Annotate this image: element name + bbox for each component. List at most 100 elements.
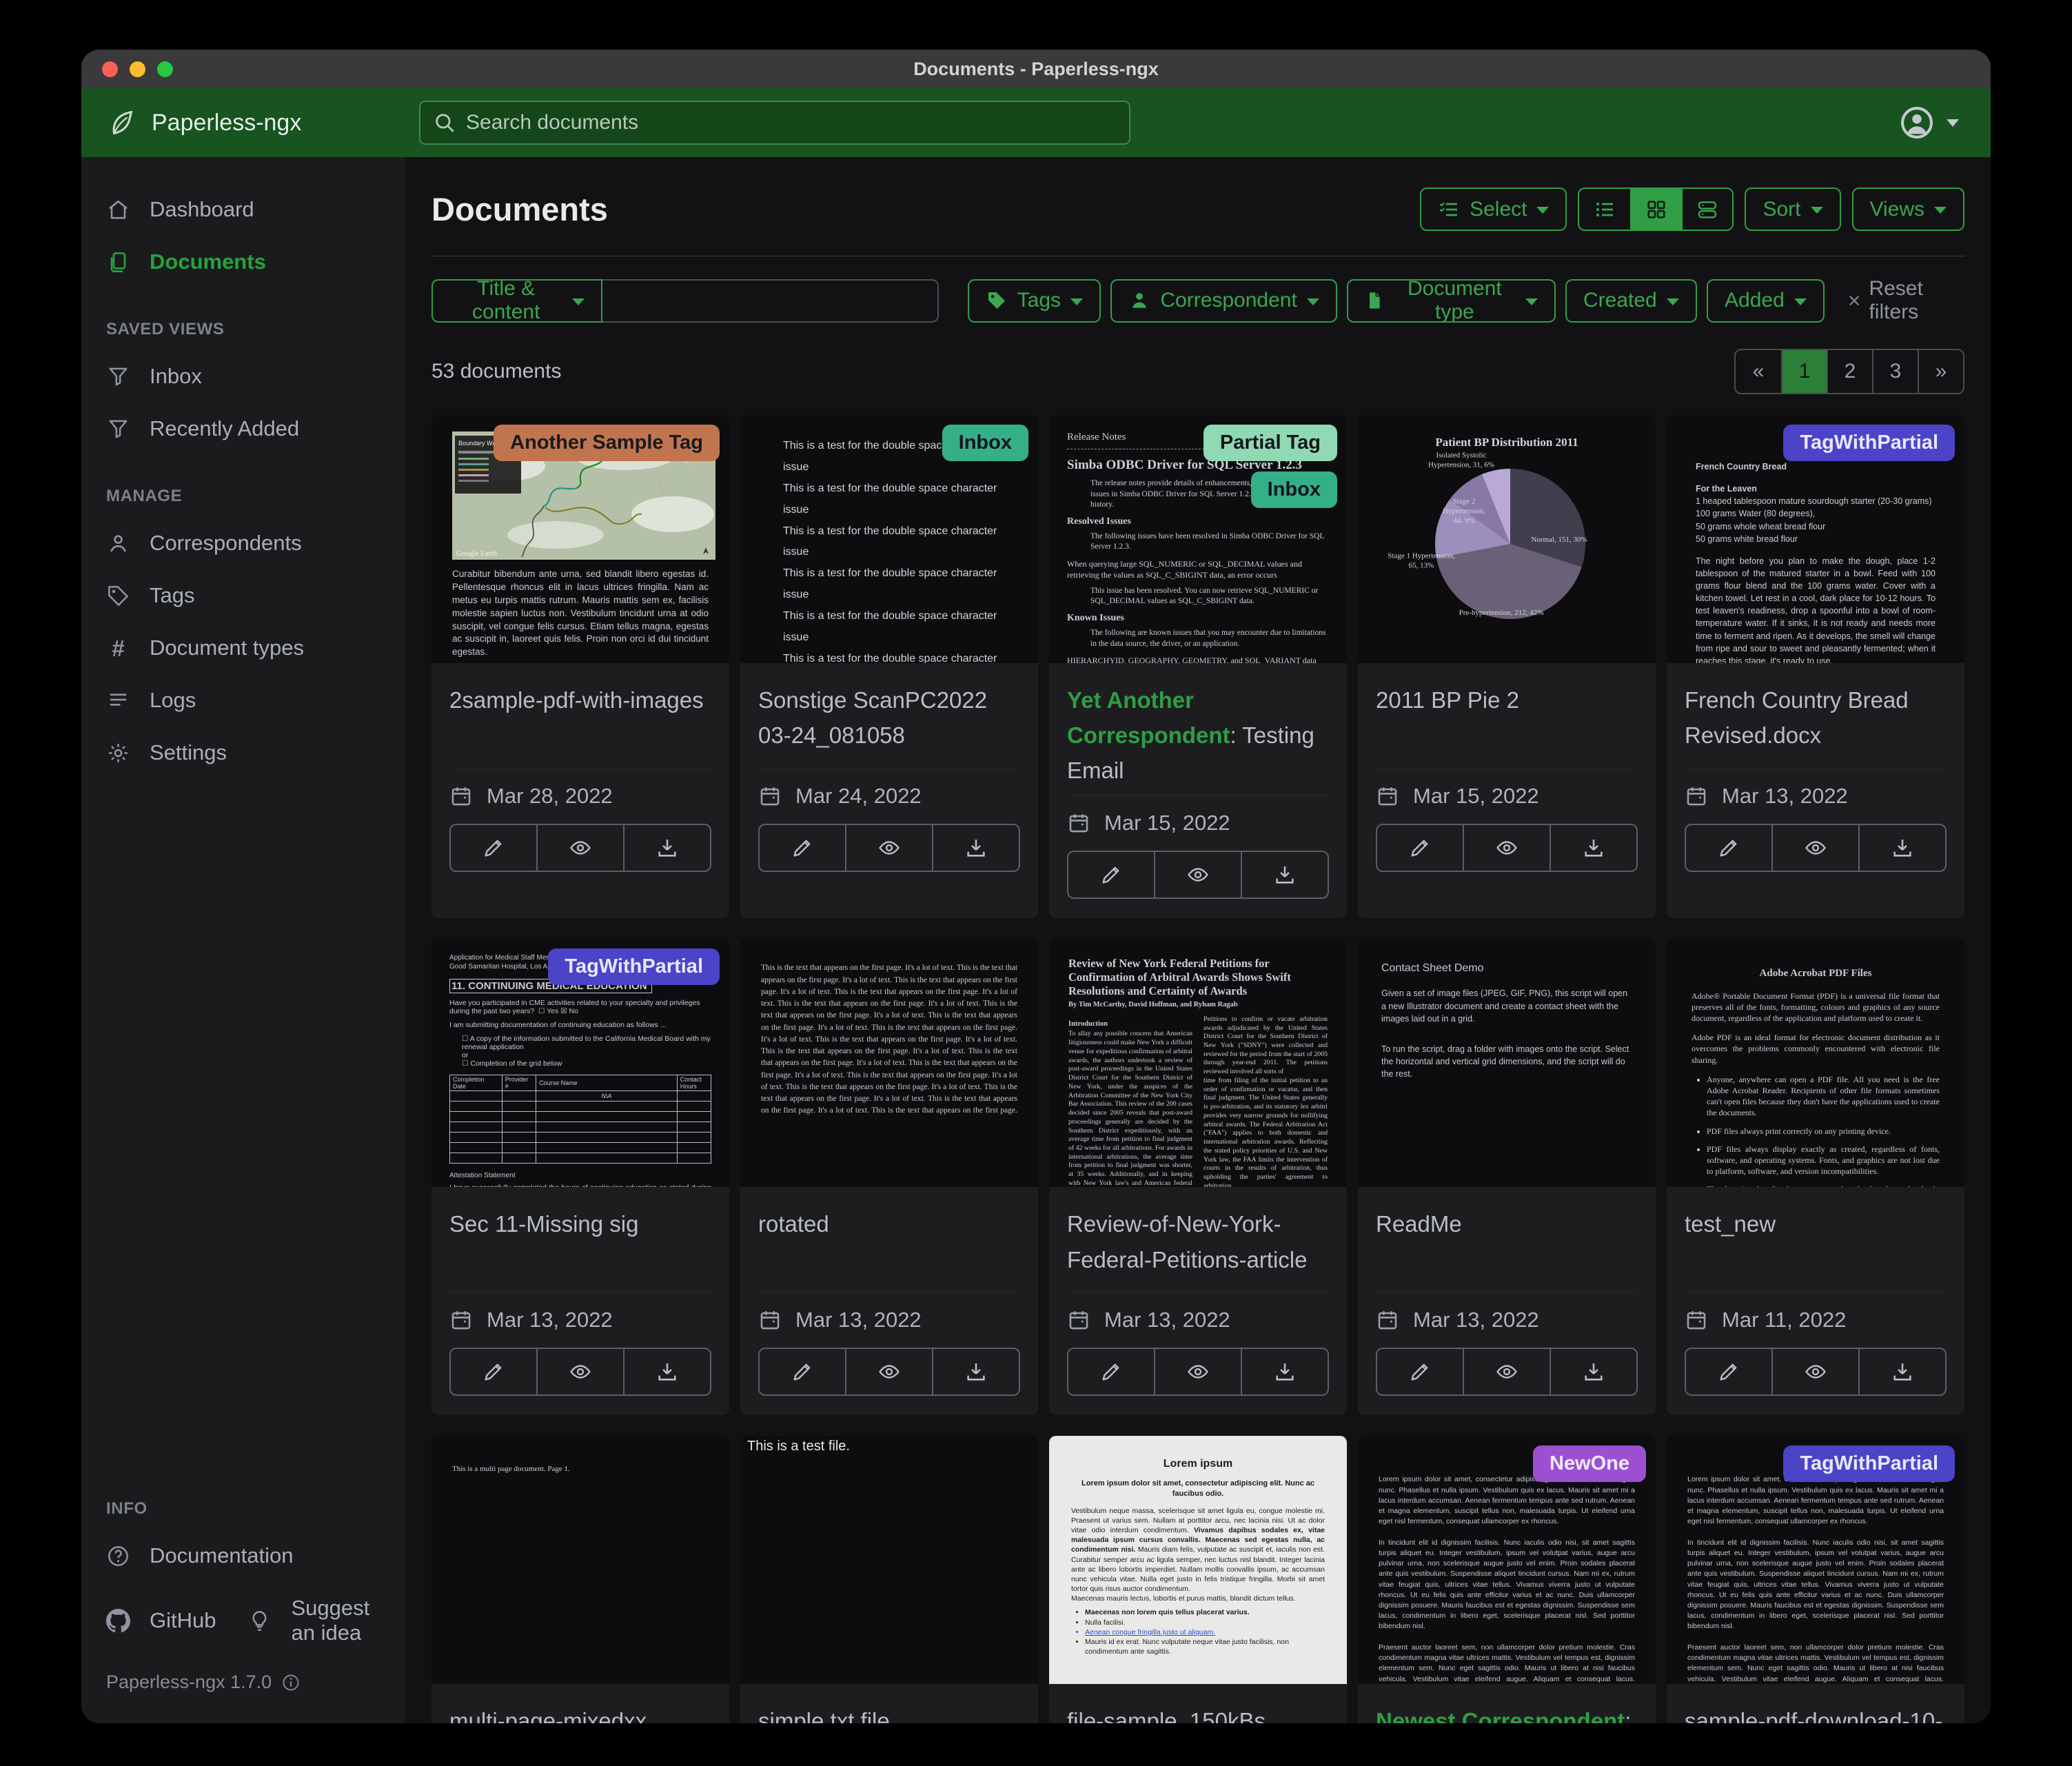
download-button[interactable]: [1858, 824, 1947, 872]
search-input[interactable]: [419, 101, 1130, 145]
detail-view-button[interactable]: [1681, 189, 1732, 230]
sidebar-item-recently-added[interactable]: Recently Added: [81, 403, 405, 455]
document-title[interactable]: ReadMe: [1376, 1206, 1638, 1241]
document-title[interactable]: rotated: [758, 1206, 1020, 1241]
document-thumbnail[interactable]: Lorem ipsum dolor sit amet, consectetur …: [1358, 1436, 1656, 1684]
view-button[interactable]: [845, 824, 933, 872]
pagination-page-1[interactable]: 1: [1781, 350, 1827, 393]
document-type-filter-button[interactable]: Document type: [1347, 279, 1555, 323]
grid-view-button[interactable]: [1630, 189, 1681, 230]
edit-button[interactable]: [449, 824, 538, 872]
sidebar-item-tags[interactable]: Tags: [81, 569, 405, 622]
document-thumbnail[interactable]: Adobe Acrobat PDF Files Adobe® Portable …: [1667, 939, 1964, 1187]
sidebar-item-inbox[interactable]: Inbox: [81, 350, 405, 403]
edit-button[interactable]: [758, 1348, 846, 1396]
title-content-filter-button[interactable]: Title & content: [431, 279, 602, 323]
pagination-page-2[interactable]: 2: [1827, 350, 1872, 393]
sidebar-item-logs[interactable]: Logs: [81, 674, 405, 727]
document-title[interactable]: simple txt file: [758, 1703, 1020, 1723]
view-button[interactable]: [1154, 851, 1242, 899]
view-button[interactable]: [1463, 1348, 1551, 1396]
download-button[interactable]: [623, 1348, 711, 1396]
view-button[interactable]: [536, 1348, 624, 1396]
sidebar-item-github[interactable]: GitHub: [81, 1582, 223, 1659]
edit-button[interactable]: [1376, 1348, 1464, 1396]
document-title[interactable]: Sonstige ScanPC2022 03-24_081058: [758, 682, 1020, 753]
tag-badge[interactable]: Inbox: [1251, 471, 1337, 508]
document-thumbnail[interactable]: This is the text that appears on the fir…: [740, 939, 1038, 1187]
document-title[interactable]: 2011 BP Pie 2: [1376, 682, 1638, 718]
document-title[interactable]: 2sample-pdf-with-images: [449, 682, 711, 718]
download-button[interactable]: [1241, 1348, 1329, 1396]
view-button[interactable]: [1154, 1348, 1242, 1396]
sidebar-item-suggest-idea[interactable]: Suggest an idea: [223, 1582, 405, 1659]
document-title[interactable]: file-sample_150kBs: [1067, 1703, 1329, 1723]
created-filter-button[interactable]: Created: [1565, 279, 1697, 323]
document-thumbnail[interactable]: This is a multi page document. Page 1.: [431, 1436, 729, 1684]
view-button[interactable]: [1771, 1348, 1860, 1396]
document-thumbnail[interactable]: Patient BP Distribution 2011 Isolated Sy…: [1358, 415, 1656, 663]
document-title[interactable]: test_new: [1685, 1206, 1947, 1241]
pagination-next[interactable]: »: [1918, 350, 1963, 393]
edit-button[interactable]: [1685, 1348, 1773, 1396]
document-title[interactable]: multi-page-mixedxx: [449, 1703, 711, 1723]
select-button[interactable]: Select: [1420, 187, 1567, 231]
document-title[interactable]: Review-of-New-York-Federal-Petitions-art…: [1067, 1206, 1329, 1277]
tag-badge[interactable]: TagWithPartial: [1783, 1445, 1955, 1482]
sidebar-item-document-types[interactable]: # Document types: [81, 622, 405, 674]
download-button[interactable]: [1241, 851, 1329, 899]
tag-badge[interactable]: Another Sample Tag: [494, 425, 720, 461]
added-filter-button[interactable]: Added: [1707, 279, 1825, 323]
download-button[interactable]: [623, 824, 711, 872]
document-thumbnail[interactable]: This is a test for the double space char…: [740, 415, 1038, 663]
list-view-button[interactable]: [1579, 189, 1630, 230]
sort-button[interactable]: Sort: [1745, 187, 1840, 231]
download-button[interactable]: [1550, 1348, 1638, 1396]
document-thumbnail[interactable]: Boundary Waters Trip Google Earth Curabi…: [431, 415, 729, 663]
correspondent-link[interactable]: Yet Another Correspondent: [1067, 687, 1230, 748]
edit-button[interactable]: [1685, 824, 1773, 872]
edit-button[interactable]: [1067, 851, 1155, 899]
edit-button[interactable]: [449, 1348, 538, 1396]
reset-filters-button[interactable]: × Reset filters: [1848, 277, 1964, 324]
tags-filter-button[interactable]: Tags: [968, 279, 1101, 323]
view-button[interactable]: [1771, 824, 1860, 872]
sidebar-item-documents[interactable]: Documents: [81, 236, 405, 288]
document-title[interactable]: Yet Another Correspondent: Testing Email: [1067, 682, 1329, 788]
info-icon[interactable]: [281, 1673, 301, 1692]
tag-badge[interactable]: TagWithPartial: [1783, 425, 1955, 461]
document-thumbnail[interactable]: This is a test file.: [740, 1436, 1038, 1684]
document-title[interactable]: French Country Bread Revised.docx: [1685, 682, 1947, 753]
view-button[interactable]: [1463, 824, 1551, 872]
sidebar-item-correspondents[interactable]: Correspondents: [81, 517, 405, 569]
close-window-button[interactable]: [102, 61, 118, 77]
view-button[interactable]: [845, 1348, 933, 1396]
document-title[interactable]: Sec 11-Missing sig: [449, 1206, 711, 1241]
correspondent-link[interactable]: Newest Correspondent: [1376, 1708, 1625, 1723]
sidebar-item-settings[interactable]: Settings: [81, 727, 405, 779]
document-thumbnail[interactable]: Application for Medical Staff Members Go…: [431, 939, 729, 1187]
correspondent-filter-button[interactable]: Correspondent: [1110, 279, 1337, 323]
document-thumbnail[interactable]: Release Notes Simba ODBC Driver for SQL …: [1049, 415, 1347, 663]
tag-badge[interactable]: Inbox: [942, 425, 1028, 461]
edit-button[interactable]: [1067, 1348, 1155, 1396]
global-search[interactable]: [419, 101, 1130, 145]
document-title[interactable]: sample-pdf-download-10-mb-longer-title: [1685, 1703, 1947, 1723]
views-button[interactable]: Views: [1852, 187, 1964, 231]
view-button[interactable]: [536, 824, 624, 872]
document-thumbnail[interactable]: Contact Sheet Demo Given a set of image …: [1358, 939, 1656, 1187]
title-content-filter-input[interactable]: [602, 279, 939, 323]
zoom-window-button[interactable]: [157, 61, 173, 77]
minimize-window-button[interactable]: [130, 61, 145, 77]
tag-badge[interactable]: Partial Tag: [1203, 425, 1337, 461]
document-thumbnail[interactable]: Lorem ipsum Lorem ipsum dolor sit amet, …: [1049, 1436, 1347, 1684]
edit-button[interactable]: [1376, 824, 1464, 872]
window-titlebar[interactable]: Documents - Paperless-ngx: [81, 50, 1991, 88]
download-button[interactable]: [932, 1348, 1020, 1396]
document-title[interactable]: Newest Correspondent: f_combineds: [1376, 1703, 1638, 1723]
pagination-page-3[interactable]: 3: [1872, 350, 1918, 393]
sidebar-item-dashboard[interactable]: Dashboard: [81, 183, 405, 236]
user-menu[interactable]: [1898, 104, 1959, 141]
download-button[interactable]: [1858, 1348, 1947, 1396]
document-thumbnail[interactable]: Review of New York Federal Petitions for…: [1049, 939, 1347, 1187]
